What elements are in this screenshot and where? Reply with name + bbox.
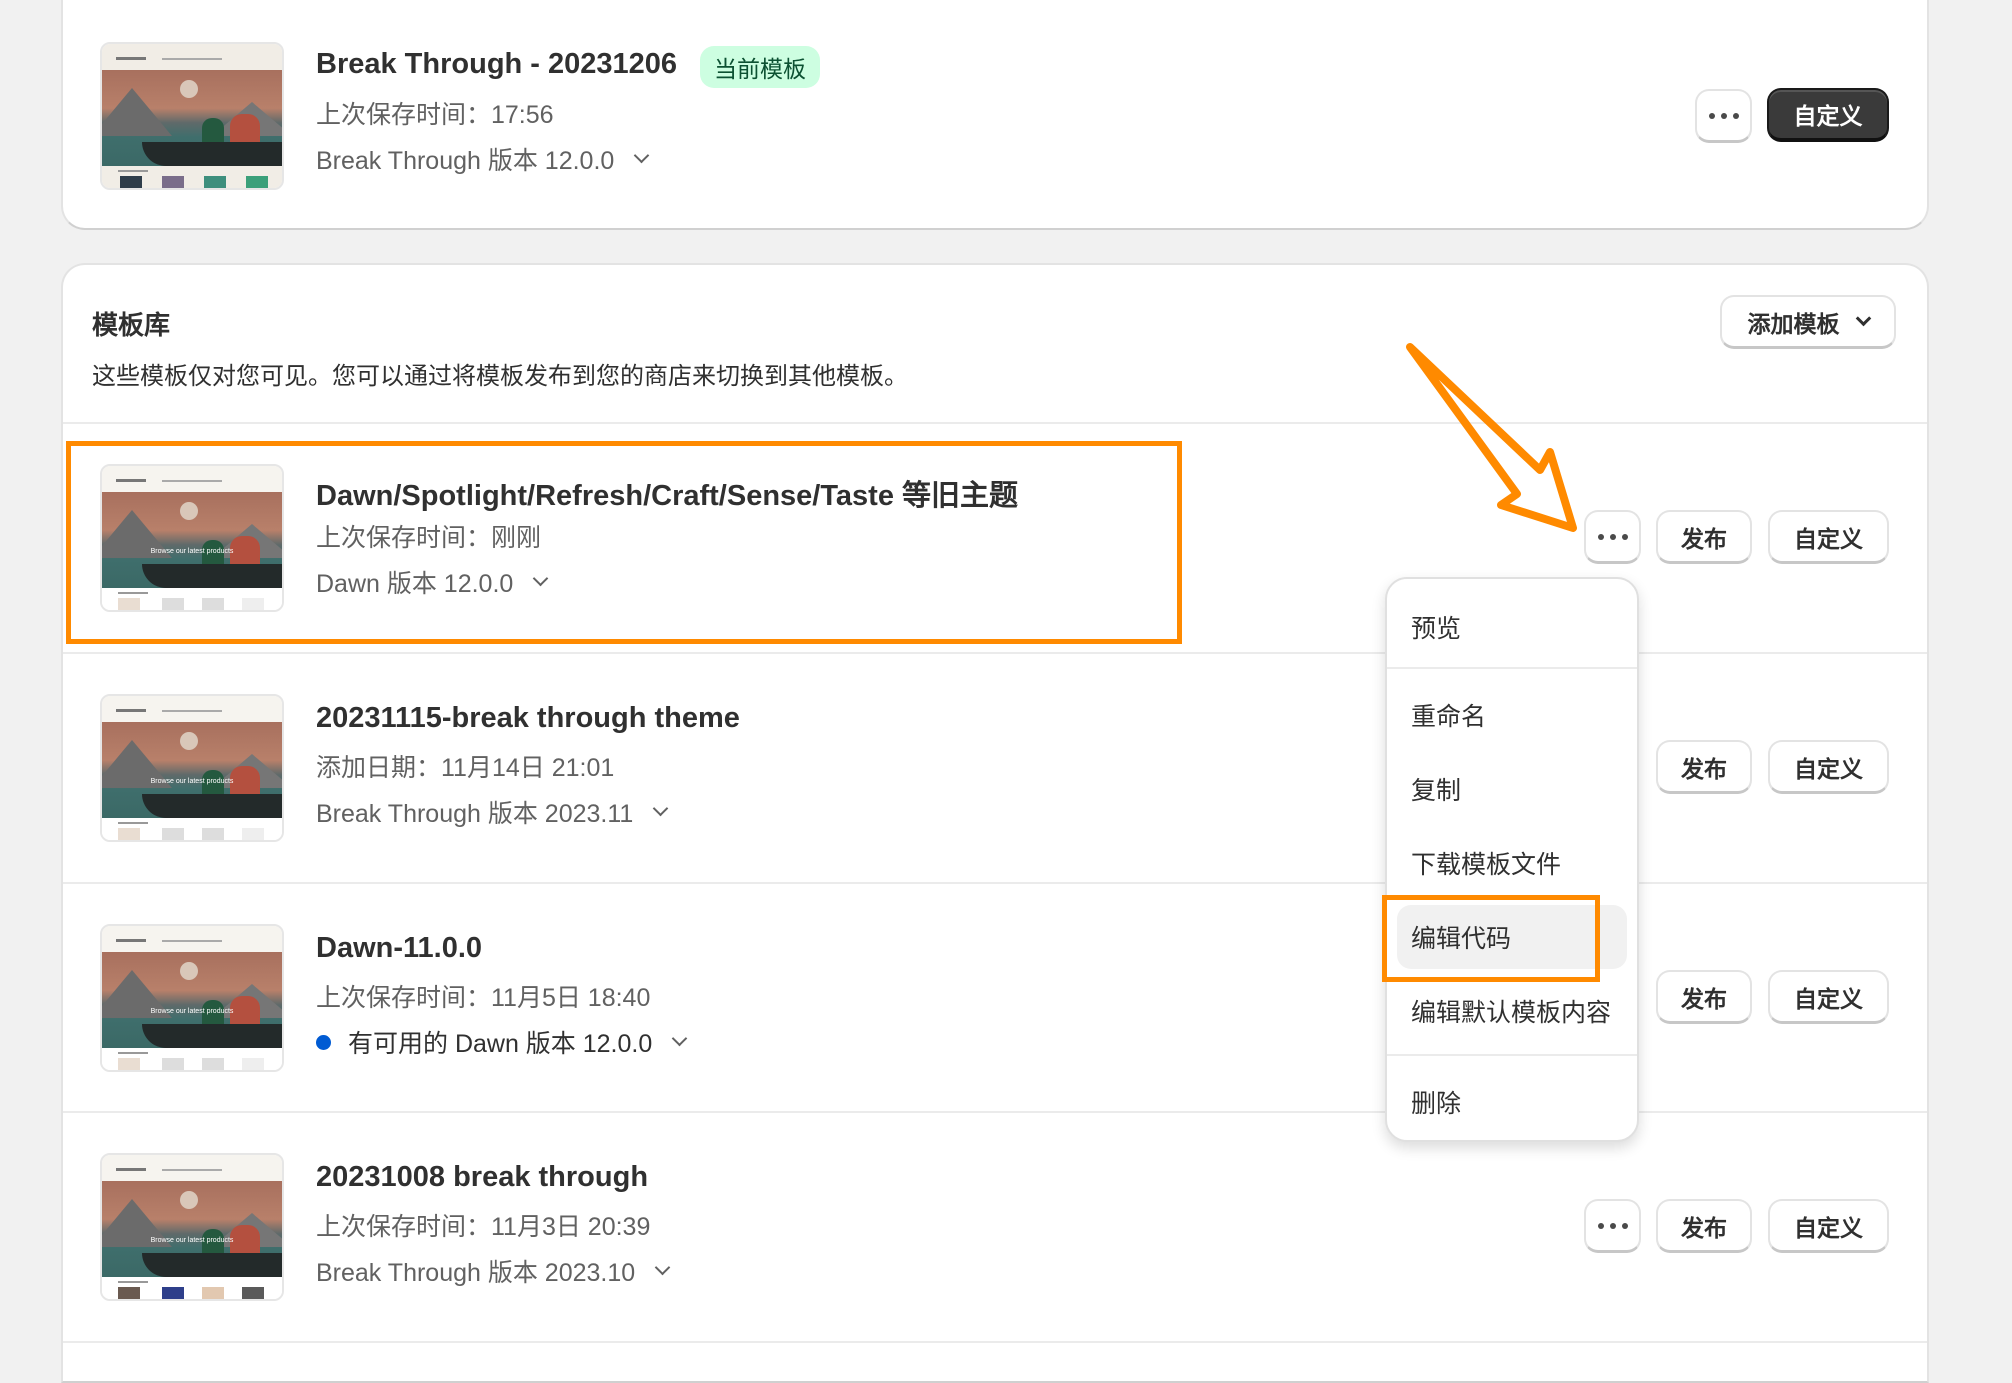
current-theme-saved: 上次保存时间：17:56 xyxy=(316,101,554,129)
menu-item-edit-code[interactable]: 编辑代码 xyxy=(1397,905,1627,969)
thumbnail-nav xyxy=(102,466,282,492)
add-theme-label: 添加模板 xyxy=(1747,310,1840,337)
thumbnail-products xyxy=(102,588,282,610)
divider xyxy=(63,652,1927,654)
add-theme-button[interactable]: 添加模板 xyxy=(1720,295,1896,349)
ellipsis-icon xyxy=(1597,533,1628,540)
menu-item-edit-default-content[interactable]: 编辑默认模板内容 xyxy=(1397,979,1627,1043)
theme-version: Break Through 版本 2023.10 xyxy=(316,1259,636,1287)
thumbnail-hero: Browse our latest products xyxy=(102,952,282,1048)
theme-name: 20231008 break through xyxy=(316,1161,649,1193)
theme-customize-button[interactable]: 自定义 xyxy=(1768,970,1889,1024)
current-theme-name: Break Through - 20231206 xyxy=(316,48,678,80)
theme-meta: 上次保存时间：11月3日 20:39 xyxy=(316,1213,651,1241)
chevron-down-icon xyxy=(533,570,549,586)
thumbnail-nav xyxy=(102,1155,282,1181)
theme-name: Dawn-11.0.0 xyxy=(316,932,483,964)
thumbnail-hero: Browse our latest products xyxy=(102,492,282,588)
current-theme-version: Break Through 版本 12.0.0 xyxy=(316,147,615,175)
theme-customize-button[interactable]: 自定义 xyxy=(1768,740,1889,794)
theme-customize-button[interactable]: 自定义 xyxy=(1768,510,1889,564)
theme-name: 20231115-break through theme xyxy=(316,702,740,734)
thumbnail-nav xyxy=(102,696,282,722)
thumbnail-nav xyxy=(102,44,282,70)
update-available-dot xyxy=(316,1034,331,1050)
thumbnail-products xyxy=(102,1048,282,1070)
theme-publish-button[interactable]: 发布 xyxy=(1656,1199,1752,1253)
thumbnail-nav xyxy=(102,926,282,952)
divider xyxy=(63,1111,1927,1113)
thumbnail-hero: Browse our latest products xyxy=(102,722,282,818)
theme-meta: 上次保存时间：刚刚 xyxy=(316,524,542,552)
library-description: 这些模板仅对您可见。您可以通过将模板发布到您的商店来切换到其他模板。 xyxy=(92,363,908,390)
menu-item-duplicate[interactable]: 复制 xyxy=(1397,757,1627,821)
thumbnail-tagline: Browse our latest products xyxy=(150,548,234,555)
current-theme-version-toggle[interactable]: Break Through 版本 12.0.0 xyxy=(316,141,650,177)
theme-thumbnail[interactable]: Browse our latest products xyxy=(100,924,284,1072)
theme-version-toggle[interactable]: Break Through 版本 2023.10 xyxy=(316,1253,671,1289)
current-theme-more-button[interactable] xyxy=(1695,89,1752,143)
thumbnail-products xyxy=(102,818,282,840)
theme-thumbnail[interactable]: Browse our latest products xyxy=(100,464,284,612)
divider xyxy=(63,882,1927,884)
theme-version-toggle[interactable]: 有可用的 Dawn 版本 12.0.0 xyxy=(316,1024,688,1060)
menu-item-preview[interactable]: 预览 xyxy=(1397,595,1627,659)
menu-divider xyxy=(1387,1054,1637,1056)
menu-divider xyxy=(1387,667,1637,669)
theme-publish-button[interactable]: 发布 xyxy=(1656,510,1752,564)
library-title: 模板库 xyxy=(92,310,171,340)
thumbnail-tagline: Browse our latest products xyxy=(150,1008,234,1015)
thumbnail-hero: Browse our latest products xyxy=(102,1181,282,1277)
theme-actions-menu: 预览 重命名 复制 下载模板文件 编辑代码 编辑默认模板内容 删除 xyxy=(1385,577,1639,1142)
ellipsis-icon xyxy=(1708,112,1739,119)
chevron-down-icon xyxy=(671,1030,688,1046)
thumbnail-tagline: Browse our latest products xyxy=(150,778,234,785)
menu-item-delete[interactable]: 删除 xyxy=(1397,1070,1627,1134)
menu-item-download-theme-file[interactable]: 下载模板文件 xyxy=(1397,831,1627,895)
theme-publish-button[interactable]: 发布 xyxy=(1656,740,1752,794)
theme-version-toggle[interactable]: Dawn 版本 12.0.0 xyxy=(316,564,549,600)
menu-item-rename[interactable]: 重命名 xyxy=(1397,683,1627,747)
divider xyxy=(63,1341,1927,1343)
theme-meta: 添加日期：11月14日 21:01 xyxy=(316,754,615,782)
thumbnail-products xyxy=(102,166,282,188)
ellipsis-icon xyxy=(1597,1222,1628,1229)
theme-version: Break Through 版本 2023.11 xyxy=(316,800,634,828)
theme-more-button[interactable] xyxy=(1584,510,1641,564)
thumbnail-products xyxy=(102,1277,282,1299)
current-theme-customize-button[interactable]: 自定义 xyxy=(1767,88,1889,142)
thumbnail-tagline: Browse our latest products xyxy=(150,1237,234,1244)
theme-version: Dawn 版本 12.0.0 xyxy=(316,570,514,598)
theme-thumbnail[interactable]: Browse our latest products xyxy=(100,1153,284,1301)
divider xyxy=(63,422,1927,424)
theme-meta: 上次保存时间：11月5日 18:40 xyxy=(316,984,651,1012)
theme-name: Dawn/Spotlight/Refresh/Craft/Sense/Taste… xyxy=(316,480,1019,512)
chevron-down-icon xyxy=(634,147,650,163)
theme-more-button[interactable] xyxy=(1584,1199,1641,1253)
chevron-down-icon xyxy=(653,800,669,816)
theme-publish-button[interactable]: 发布 xyxy=(1656,970,1752,1024)
theme-version-toggle[interactable]: Break Through 版本 2023.11 xyxy=(316,794,669,830)
thumbnail-hero xyxy=(102,70,282,166)
current-theme-thumbnail[interactable] xyxy=(100,42,284,190)
theme-thumbnail[interactable]: Browse our latest products xyxy=(100,694,284,842)
chevron-down-icon xyxy=(1855,310,1871,327)
chevron-down-icon xyxy=(654,1259,671,1275)
theme-version: 有可用的 Dawn 版本 12.0.0 xyxy=(348,1030,653,1058)
theme-customize-button[interactable]: 自定义 xyxy=(1768,1199,1889,1253)
current-theme-badge: 当前模板 xyxy=(700,46,820,88)
